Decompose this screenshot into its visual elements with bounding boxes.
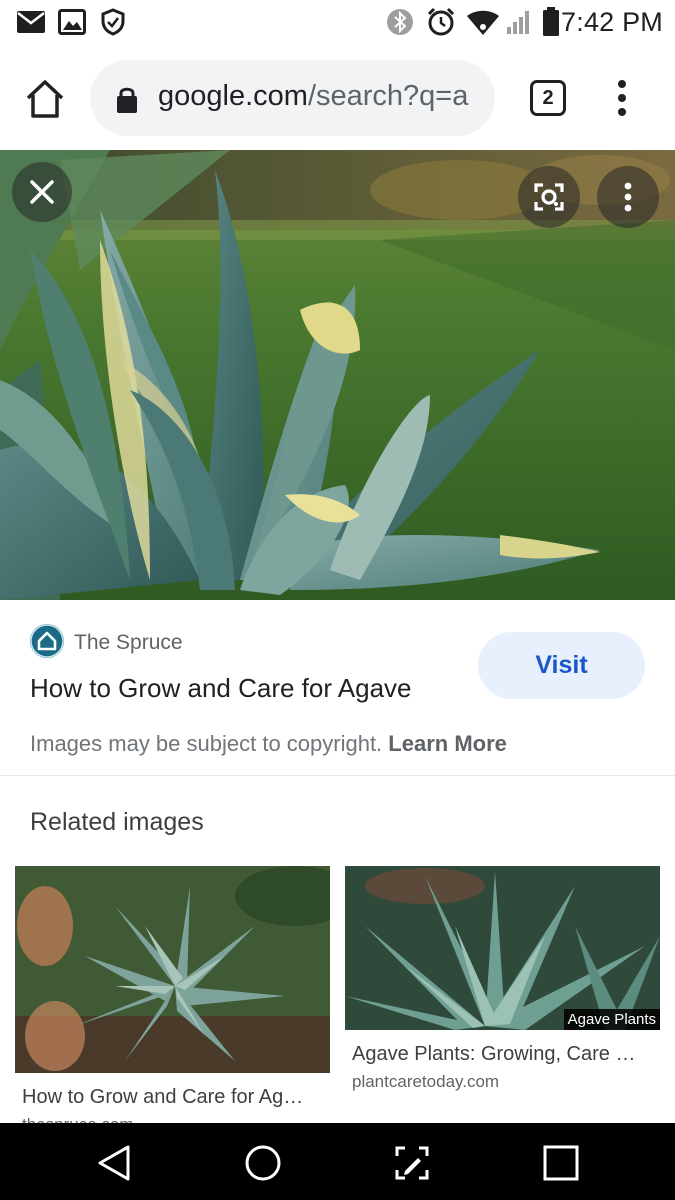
image-options-button[interactable] <box>597 166 659 228</box>
preview-image[interactable] <box>0 150 675 600</box>
close-icon <box>30 180 54 204</box>
tab-switcher-button[interactable]: 2 <box>530 80 566 116</box>
lens-search-button[interactable] <box>518 166 580 228</box>
overflow-menu-icon[interactable] <box>606 76 638 120</box>
battery-icon <box>543 7 559 36</box>
related-images-heading: Related images <box>30 808 204 836</box>
url-host: google.com <box>158 80 308 112</box>
result-title[interactable]: How to Grow and Care for Agave <box>30 673 412 704</box>
status-time: 7:42 PM <box>561 7 663 37</box>
recents-icon[interactable] <box>538 1140 584 1186</box>
close-preview-button[interactable] <box>12 162 72 222</box>
copyright-notice: Images may be subject to copyright. Lear… <box>30 731 507 757</box>
home-icon[interactable] <box>22 76 68 122</box>
related-domain: plantcaretoday.com <box>352 1072 500 1091</box>
related-title[interactable]: Agave Plants: Growing, Care … <box>345 1043 645 1066</box>
shield-icon <box>101 8 125 36</box>
result-info-panel: The Spruce How to Grow and Care for Agav… <box>0 600 675 776</box>
related-image-card[interactable]: How to Grow and Care for Ag… thespruce.c… <box>15 866 330 1135</box>
related-title[interactable]: How to Grow and Care for Ag… <box>15 1086 315 1109</box>
back-icon[interactable] <box>92 1140 138 1186</box>
thumbnail-caption: Agave Plants <box>563 1009 660 1030</box>
agave-thumbnail-2 <box>345 866 660 1030</box>
screen-capture-icon[interactable] <box>389 1140 435 1186</box>
lock-icon <box>117 87 137 113</box>
url-path: /search?q=a <box>307 80 469 112</box>
learn-more-link[interactable]: Learn More <box>388 731 507 756</box>
wifi-icon <box>467 10 499 35</box>
status-bar: 7:42 PM <box>0 0 675 46</box>
browser-toolbar: google.com/search?q=a 2 <box>0 46 675 150</box>
bluetooth-icon <box>387 9 413 35</box>
alarm-icon <box>427 7 455 36</box>
visit-button[interactable]: Visit <box>478 632 645 699</box>
copyright-text: Images may be subject to copyright. <box>30 731 383 756</box>
address-bar[interactable]: google.com/search?q=a <box>90 60 495 136</box>
signal-icon <box>507 11 529 34</box>
android-nav-bar <box>0 1123 675 1200</box>
agave-thumbnail-1 <box>15 866 330 1073</box>
url-text: google.com/search?q=a <box>158 80 468 113</box>
home-icon[interactable] <box>240 1140 286 1186</box>
related-thumbnail[interactable] <box>15 866 330 1073</box>
source-favicon <box>30 624 64 658</box>
image-icon <box>58 9 86 35</box>
more-vert-icon <box>624 182 632 212</box>
related-image-card[interactable]: Agave Plants Agave Plants: Growing, Care… <box>345 866 660 1092</box>
lens-icon <box>534 183 564 211</box>
mail-icon <box>17 11 45 33</box>
house-icon <box>30 624 64 658</box>
source-name[interactable]: The Spruce <box>74 631 183 655</box>
related-thumbnail[interactable]: Agave Plants <box>345 866 660 1030</box>
